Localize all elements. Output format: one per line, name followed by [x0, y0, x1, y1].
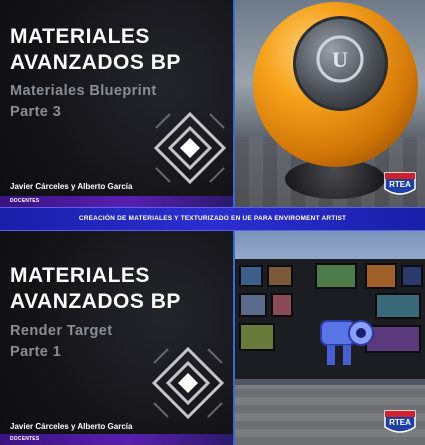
course-title-line1: MATERIALES — [10, 264, 150, 287]
material-sphere: U — [253, 2, 418, 167]
svg-text:U: U — [332, 47, 348, 72]
authors-label: Javier Cárceles y Alberto García — [10, 422, 133, 431]
video-screen — [365, 263, 397, 289]
rtea-badge-icon: RTEA — [383, 407, 417, 437]
docentes-bar: DOCENTES — [0, 196, 233, 207]
diamond-logo-icon — [151, 346, 225, 420]
lesson-subtitle-line1: Render Target — [10, 323, 113, 339]
authors-label: Javier Cárceles y Alberto García — [10, 182, 133, 191]
video-screen — [271, 293, 293, 317]
robot-camera-icon — [320, 320, 374, 365]
badge-label: RTEA — [389, 180, 411, 189]
course-title-line2: AVANZADOS BP — [10, 290, 181, 313]
lesson-subtitle-line1: Materiales Blueprint — [10, 83, 157, 99]
docentes-bar: DOCENTES — [0, 434, 233, 445]
diamond-logo-icon — [153, 111, 227, 185]
course-title-line1: MATERIALES — [10, 25, 150, 48]
lesson-subtitle-line2: Parte 1 — [10, 344, 62, 360]
video-screen — [267, 265, 293, 287]
docentes-label: DOCENTES — [10, 198, 40, 204]
thumbnail-text-panel: MATERIALES AVANZADOS BP Materiales Bluep… — [0, 0, 233, 207]
video-screen — [239, 323, 275, 351]
thumbnail-text-panel: MATERIALES AVANZADOS BP Render Target Pa… — [0, 231, 233, 445]
course-thumbnail-1[interactable]: MATERIALES AVANZADOS BP Materiales Bluep… — [0, 0, 425, 207]
thumbnail-image-sphere: U RTEA — [233, 0, 425, 207]
category-banner: CREACIÓN DE MATERIALES Y TEXTURIZADO EN … — [0, 207, 425, 231]
video-screen — [315, 263, 357, 289]
course-title-line2: AVANZADOS BP — [10, 51, 181, 74]
thumbnail-image-screens: RTEA — [233, 231, 425, 445]
docentes-label: DOCENTES — [10, 436, 40, 442]
unreal-engine-logo-icon: U — [293, 16, 388, 111]
video-screen — [239, 293, 267, 317]
video-screen — [239, 265, 263, 287]
lesson-subtitle-line2: Parte 3 — [10, 104, 62, 120]
rtea-badge-icon: RTEA — [383, 169, 417, 199]
banner-text: CREACIÓN DE MATERIALES Y TEXTURIZADO EN … — [78, 215, 347, 222]
badge-label: RTEA — [389, 418, 411, 427]
video-screen — [401, 265, 423, 287]
page: MATERIALES AVANZADOS BP Materiales Bluep… — [0, 0, 425, 445]
course-thumbnail-2[interactable]: MATERIALES AVANZADOS BP Render Target Pa… — [0, 231, 425, 445]
